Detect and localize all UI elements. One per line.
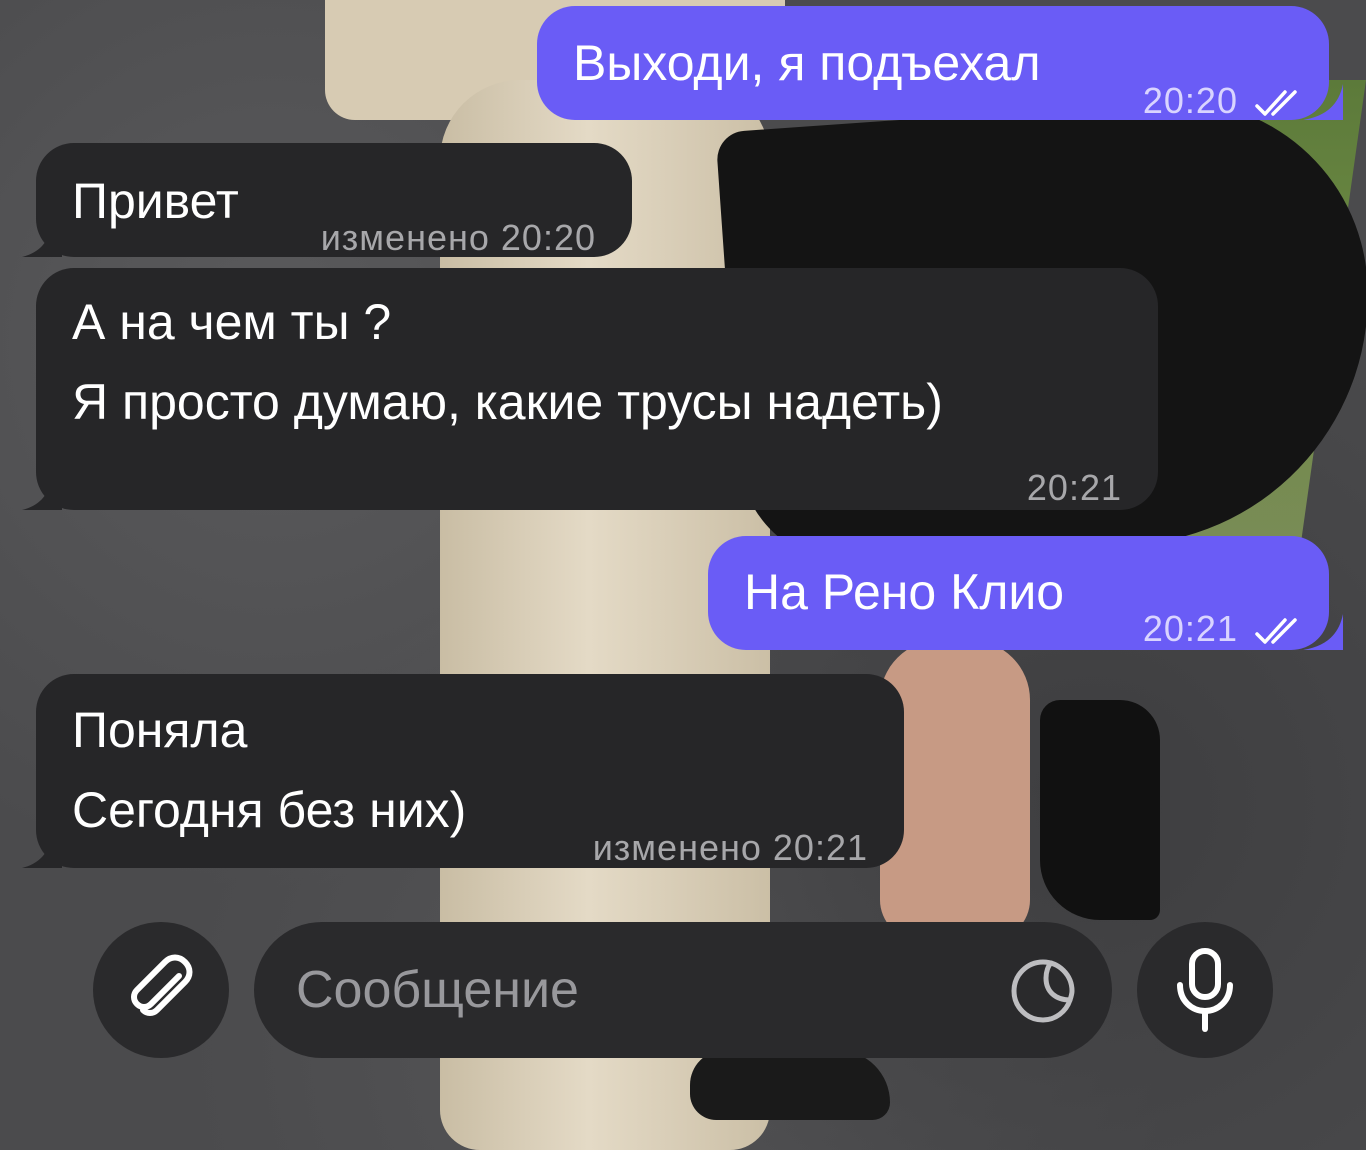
bubble-tail [22, 832, 62, 868]
voice-message-button[interactable] [1137, 922, 1273, 1058]
message-input[interactable]: Сообщение [254, 922, 1112, 1058]
paperclip-icon [131, 954, 193, 1016]
sticker-icon[interactable] [1008, 956, 1078, 1026]
bubble-tail [22, 221, 62, 257]
attach-button[interactable] [93, 922, 229, 1058]
message-input-placeholder: Сообщение [296, 961, 579, 1019]
message-line: Поняла [72, 702, 248, 758]
message-line: Я просто думаю, какие трусы надеть) [72, 374, 943, 430]
bubble-tail [1303, 84, 1343, 120]
message-meta: 20:21 [1027, 448, 1122, 528]
message-meta: изменено 20:20 [321, 198, 596, 278]
message-time: 20:21 [1142, 608, 1238, 649]
message-meta: 20:20 [1143, 61, 1303, 141]
wallpaper-heel [1040, 700, 1160, 920]
message-time: 20:20 [500, 217, 596, 258]
message-time: 20:21 [1026, 467, 1122, 508]
message-text: Привет [72, 173, 239, 229]
message-bubble-incoming[interactable]: Поняла Сегодня без них) изменено 20:21 [22, 674, 904, 868]
message-line: Сегодня без них) [72, 782, 467, 838]
bubble-tail [1303, 614, 1343, 650]
message-time: 20:20 [1142, 80, 1238, 121]
message-bubble-incoming[interactable]: Привет изменено 20:20 [22, 143, 632, 258]
message-meta: изменено 20:21 [593, 808, 868, 888]
double-check-icon [1255, 90, 1297, 117]
message-text: На Рено Клио [744, 564, 1065, 620]
microphone-icon [1177, 948, 1233, 1032]
double-check-icon [1255, 618, 1297, 645]
message-time: 20:21 [772, 827, 868, 868]
message-meta: 20:21 [1143, 589, 1303, 669]
wallpaper-shoe [690, 1050, 890, 1120]
message-bubble-outgoing[interactable]: На Рено Клио 20:21 [708, 536, 1343, 650]
message-bubble-incoming[interactable]: А на чем ты ? Я просто думаю, какие трус… [22, 268, 1158, 510]
bubble-tail [22, 474, 62, 510]
message-bubble-outgoing[interactable]: Выходи, я подъехал 20:20 [537, 6, 1343, 121]
edited-label: изменено [592, 827, 762, 868]
edited-label: изменено [320, 217, 490, 258]
message-text: Выходи, я подъехал [573, 35, 1041, 91]
message-line: А на чем ты ? [72, 294, 392, 350]
